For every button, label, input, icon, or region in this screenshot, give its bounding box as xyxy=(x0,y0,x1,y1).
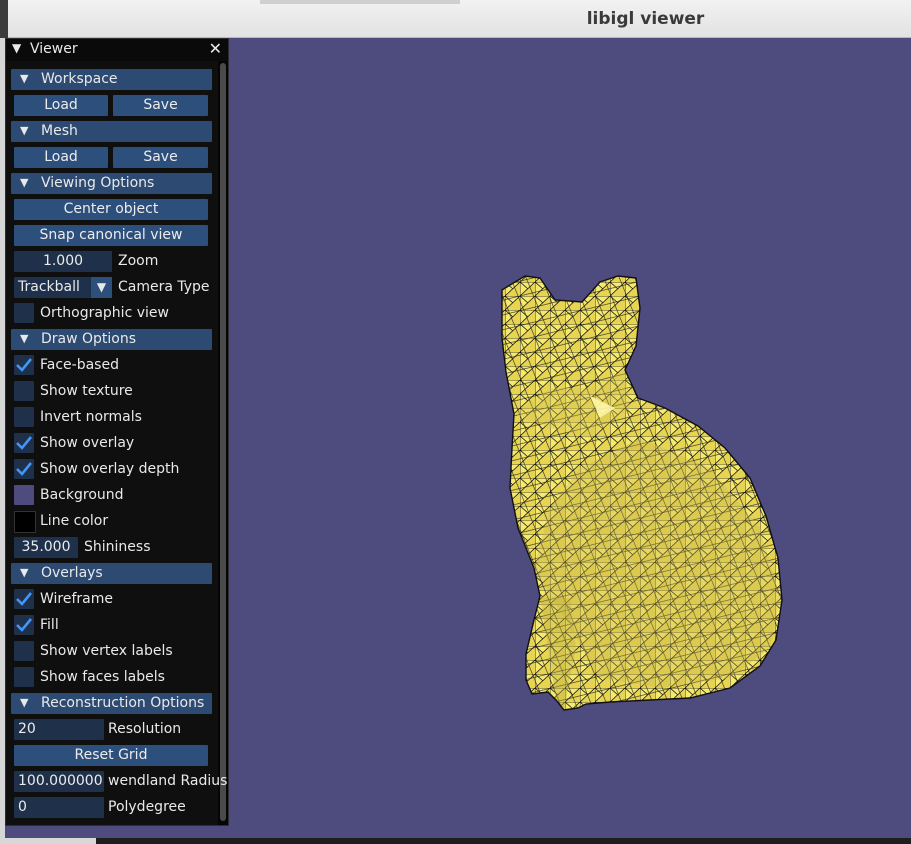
header-reconstruction-options[interactable]: ▼ Reconstruction Options xyxy=(11,693,212,714)
background-color-swatch[interactable] xyxy=(14,485,34,505)
show-vertex-labels-checkbox[interactable] xyxy=(14,641,34,661)
viewer-panel[interactable]: ▼ Viewer ✕ ▼ Workspace Load Save ▼ Mesh … xyxy=(5,38,229,826)
header-label: Reconstruction Options xyxy=(41,695,205,711)
background-window-edge xyxy=(260,0,460,4)
camera-type-value: Trackball xyxy=(18,279,80,295)
face-based-label: Face-based xyxy=(40,357,119,373)
show-faces-labels-label: Show faces labels xyxy=(40,669,165,685)
panel-title: Viewer xyxy=(30,41,78,57)
checkmark-icon xyxy=(16,592,32,606)
header-mesh[interactable]: ▼ Mesh xyxy=(11,121,212,142)
header-draw-options[interactable]: ▼ Draw Options xyxy=(11,329,212,350)
show-vertex-labels-label: Show vertex labels xyxy=(40,643,173,659)
window-title: libigl viewer xyxy=(586,9,705,29)
orthographic-view-checkbox[interactable] xyxy=(14,303,34,323)
polydegree-input[interactable]: 0 xyxy=(14,797,104,818)
workspace-save-button[interactable]: Save xyxy=(113,95,208,116)
show-faces-labels-checkbox[interactable] xyxy=(14,667,34,687)
close-icon[interactable]: ✕ xyxy=(209,39,222,58)
dropdown-arrow-icon[interactable]: ▼ xyxy=(91,277,112,298)
line-color-label: Line color xyxy=(40,513,109,529)
resolution-label: Resolution xyxy=(108,721,182,737)
expand-triangle-icon: ▼ xyxy=(20,72,29,85)
expand-triangle-icon: ▼ xyxy=(20,176,29,189)
expand-triangle-icon: ▼ xyxy=(20,332,29,345)
fill-label: Fill xyxy=(40,617,59,633)
checkmark-icon xyxy=(16,436,32,450)
polydegree-label: Polydegree xyxy=(108,799,186,815)
header-label: Workspace xyxy=(41,71,118,87)
header-workspace[interactable]: ▼ Workspace xyxy=(11,69,212,90)
panel-title-bar[interactable]: ▼ Viewer ✕ xyxy=(6,39,228,61)
show-overlay-checkbox[interactable] xyxy=(14,433,34,453)
center-object-button[interactable]: Center object xyxy=(14,199,208,220)
mesh-load-button[interactable]: Load xyxy=(14,147,108,168)
header-label: Mesh xyxy=(41,123,78,139)
face-based-checkbox[interactable] xyxy=(14,355,34,375)
line-color-swatch[interactable] xyxy=(14,511,36,533)
invert-normals-checkbox[interactable] xyxy=(14,407,34,427)
zoom-label: Zoom xyxy=(118,253,159,269)
desktop-bottom-edge xyxy=(0,838,911,844)
header-label: Viewing Options xyxy=(41,175,155,191)
orthographic-view-label: Orthographic view xyxy=(40,305,169,321)
show-texture-label: Show texture xyxy=(40,383,133,399)
expand-triangle-icon: ▼ xyxy=(20,696,29,709)
shininess-label: Shininess xyxy=(84,539,151,555)
zoom-input[interactable]: 1.000 xyxy=(14,251,112,272)
header-label: Draw Options xyxy=(41,331,137,347)
camera-type-label: Camera Type xyxy=(118,279,210,295)
expand-triangle-icon: ▼ xyxy=(20,124,29,137)
show-texture-checkbox[interactable] xyxy=(14,381,34,401)
background-label: Background xyxy=(40,487,124,503)
window-title-bar[interactable]: libigl viewer xyxy=(0,0,911,38)
show-overlay-label: Show overlay xyxy=(40,435,135,451)
panel-scrollbar[interactable] xyxy=(218,61,228,825)
checkmark-icon xyxy=(16,618,32,632)
resolution-input[interactable]: 20 xyxy=(14,719,104,740)
workspace-load-button[interactable]: Load xyxy=(14,95,108,116)
camera-type-select[interactable]: Trackball ▼ xyxy=(14,277,112,298)
show-overlay-depth-checkbox[interactable] xyxy=(14,459,34,479)
header-overlays[interactable]: ▼ Overlays xyxy=(11,563,212,584)
checkmark-icon xyxy=(16,462,32,476)
wireframe-checkbox[interactable] xyxy=(14,589,34,609)
header-viewing-options[interactable]: ▼ Viewing Options xyxy=(11,173,212,194)
show-overlay-depth-label: Show overlay depth xyxy=(40,461,180,477)
expand-triangle-icon: ▼ xyxy=(20,566,29,579)
invert-normals-label: Invert normals xyxy=(40,409,142,425)
wendland-radius-input[interactable]: 100.000000 xyxy=(14,771,104,792)
cat-mesh[interactable] xyxy=(490,268,800,718)
mesh-save-button[interactable]: Save xyxy=(113,147,208,168)
reset-grid-button[interactable]: Reset Grid xyxy=(14,745,208,766)
snap-canonical-view-button[interactable]: Snap canonical view xyxy=(14,225,208,246)
scrollbar-thumb[interactable] xyxy=(220,63,226,821)
wendland-radius-label: wendland Radius xyxy=(108,773,228,789)
collapse-triangle-icon[interactable]: ▼ xyxy=(12,41,21,55)
header-label: Overlays xyxy=(41,565,103,581)
wireframe-label: Wireframe xyxy=(40,591,114,607)
checkmark-icon xyxy=(16,358,32,372)
shininess-input[interactable]: 35.000 xyxy=(14,537,78,558)
fill-checkbox[interactable] xyxy=(14,615,34,635)
